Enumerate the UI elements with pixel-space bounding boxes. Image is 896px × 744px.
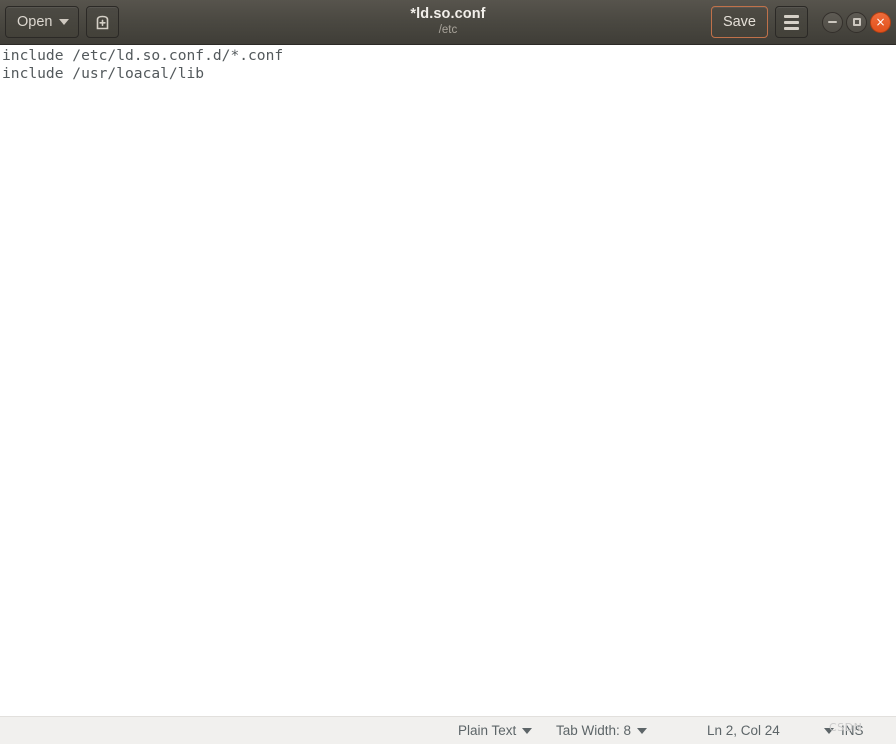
maximize-icon: [852, 18, 861, 26]
header-bar: Open *ld.so.conf /etc Save ×: [0, 0, 896, 45]
maximize-button[interactable]: [846, 11, 867, 33]
insert-mode-selector[interactable]: INS: [824, 723, 864, 738]
hamburger-menu-icon: [784, 14, 799, 30]
language-label: Plain Text: [458, 723, 517, 738]
menu-button[interactable]: [775, 6, 808, 38]
header-left-controls: Open: [5, 6, 120, 38]
new-document-icon: [94, 14, 111, 31]
window-title: *ld.so.conf: [410, 5, 486, 22]
language-selector[interactable]: Plain Text: [458, 723, 533, 738]
open-button[interactable]: Open: [5, 6, 80, 38]
chevron-down-icon: [522, 727, 533, 734]
status-bar: Plain Text Tab Width: 8 Ln 2, Col 24 INS: [0, 716, 896, 744]
text-editor-area[interactable]: include /etc/ld.so.conf.d/*.conf include …: [0, 45, 896, 716]
chevron-down-icon: [59, 19, 70, 25]
tab-width-label: Tab Width: 8: [556, 723, 632, 738]
insert-mode-label: INS: [841, 723, 864, 738]
gedit-window: Open *ld.so.conf /etc Save × include /et…: [0, 0, 896, 744]
editor-line[interactable]: include /usr/loacal/lib: [2, 65, 896, 83]
new-document-button[interactable]: [86, 6, 120, 38]
minimize-button[interactable]: [822, 11, 843, 33]
editor-content[interactable]: include /etc/ld.so.conf.d/*.conf include …: [0, 45, 896, 82]
close-icon: ×: [875, 14, 886, 29]
close-button[interactable]: ×: [870, 11, 891, 33]
cursor-position-label: Ln 2, Col 24: [707, 723, 780, 738]
open-button-label: Open: [17, 13, 53, 30]
header-right-controls: Save ×: [710, 6, 891, 38]
chevron-down-icon: [824, 727, 834, 734]
window-controls: ×: [822, 11, 891, 33]
save-button[interactable]: Save: [710, 6, 768, 38]
editor-line[interactable]: include /etc/ld.so.conf.d/*.conf: [2, 47, 896, 65]
minimize-icon: [828, 21, 837, 23]
chevron-down-icon: [637, 727, 648, 734]
window-subtitle-path: /etc: [438, 23, 458, 36]
save-button-label: Save: [722, 14, 756, 30]
tab-width-selector[interactable]: Tab Width: 8: [556, 723, 648, 738]
cursor-position: Ln 2, Col 24: [707, 723, 780, 738]
